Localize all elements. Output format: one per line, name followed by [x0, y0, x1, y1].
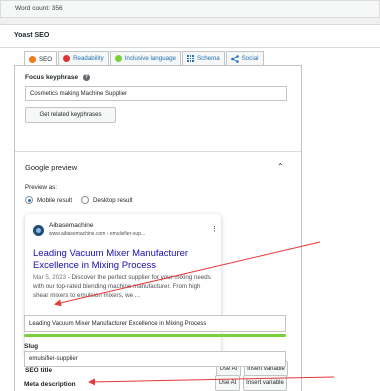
editor-screen: Word count: 356 Yoast SEO SEO Readabilit… — [0, 0, 380, 391]
seo-title-value: Leading Vacuum Mixer Manufacturer Excell… — [29, 320, 207, 327]
slug-input[interactable]: emulsifier-supplier — [24, 351, 286, 367]
serp-date: Mar 5, 2023 — [33, 274, 67, 281]
panel-title: Yoast SEO — [14, 32, 50, 39]
mobile-result-label[interactable]: Mobile result — [37, 197, 72, 204]
readability-score-icon — [63, 55, 71, 62]
tab-inclusive-language[interactable]: Inclusive language — [109, 51, 181, 65]
tab-seo-label: SEO — [39, 55, 53, 63]
site-favicon-icon — [33, 225, 44, 236]
mobile-result-radio[interactable] — [25, 196, 33, 204]
meta-description-label: Meta description — [24, 381, 76, 388]
desktop-result-label[interactable]: Desktop result — [93, 197, 133, 204]
preview-as-label: Preview as: — [25, 184, 57, 191]
serp-url: www.aibasemachine.com › emulsifier-sup..… — [49, 231, 146, 237]
focus-keyphrase-label-text: Focus keyphrase — [25, 74, 79, 82]
seo-title-label: SEO title — [25, 367, 53, 374]
focus-keyphrase-value: Cosmetics making Machine Supplier — [30, 90, 128, 97]
meta-description-use-ai-button[interactable]: Use AI — [215, 375, 240, 391]
google-preview-title: Google preview — [25, 163, 78, 172]
serp-description: Mar 5, 2023 - Discover the perfect suppl… — [33, 273, 217, 300]
word-count-text: Word count: 356 — [15, 5, 63, 12]
focus-keyphrase-label: Focus keyphrase ? — [25, 74, 90, 81]
section-divider — [15, 151, 301, 152]
meta-description-insert-variable-button[interactable]: Insert variable — [243, 375, 287, 391]
panel-divider — [0, 47, 380, 48]
schema-grid-icon — [186, 55, 194, 62]
chevron-up-icon[interactable]: ⌃ — [277, 162, 284, 171]
word-count-bar: Word count: 356 — [0, 0, 380, 18]
help-icon[interactable]: ? — [82, 74, 90, 81]
focus-keyphrase-input[interactable]: Cosmetics making Machine Supplier — [25, 86, 287, 101]
seo-title-progress-bar — [24, 334, 286, 337]
tab-schema[interactable]: Schema — [181, 51, 225, 65]
tab-inclusive-language-label: Inclusive language — [124, 55, 176, 62]
seo-score-icon — [29, 55, 36, 63]
tab-social[interactable]: Social — [225, 51, 264, 65]
tab-social-label: Social — [241, 55, 259, 62]
share-icon — [230, 54, 239, 63]
desktop-result-radio[interactable] — [81, 196, 89, 204]
tab-readability-label: Readability — [73, 55, 104, 62]
seo-title-input[interactable]: Leading Vacuum Mixer Manufacturer Excell… — [24, 315, 286, 332]
tab-readability[interactable]: Readability — [58, 51, 109, 65]
serp-title[interactable]: Leading Vacuum Mixer Manufacturer Excell… — [33, 248, 217, 272]
serp-site-name: Aibasemachine — [49, 222, 94, 229]
seo-title-progress-track — [24, 334, 286, 337]
tab-seo[interactable]: SEO — [24, 51, 58, 66]
more-options-icon: ⋮ — [211, 226, 218, 233]
seo-tab-content: Focus keyphrase ? Cosmetics making Machi… — [14, 65, 302, 391]
tab-schema-label: Schema — [196, 55, 220, 62]
inclusive-language-icon — [114, 55, 122, 62]
get-related-keyphrases-button[interactable]: Get related keyphrases — [25, 107, 116, 123]
yoast-seo-panel: Yoast SEO SEO Readability Inclusive lang… — [0, 24, 380, 391]
yoast-tabs: SEO Readability Inclusive language Schem… — [24, 51, 265, 66]
slug-label: Slug — [24, 343, 39, 350]
slug-value: emulsifier-supplier — [29, 356, 78, 362]
